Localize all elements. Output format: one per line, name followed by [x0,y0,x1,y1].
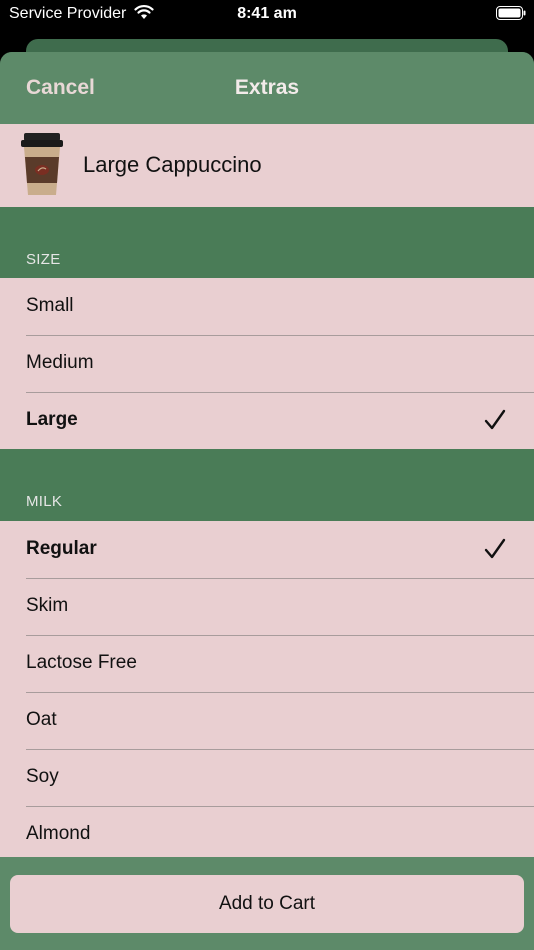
milk-option-oat[interactable]: Oat [0,692,534,749]
option-label: Small [26,295,74,316]
product-name: Large Cappuccino [83,152,262,177]
clock: 8:41 am [237,5,297,22]
option-label: Medium [26,352,94,373]
add-to-cart-button[interactable]: Add to Cart [10,875,524,933]
milk-option-regular[interactable]: Regular [0,521,534,578]
milk-section-header: MILK [26,493,63,510]
option-label: Almond [26,823,91,844]
option-label: Oat [26,709,57,730]
extras-sheet: Cancel Extras Large Cappuccino SIZE Smal… [0,52,534,950]
option-label: Skim [26,595,69,616]
milk-option-skim[interactable]: Skim [0,578,534,635]
milk-option-lactose-free[interactable]: Lactose Free [0,635,534,692]
checkmark-icon [484,409,506,430]
option-label: Regular [26,538,97,559]
product-row: Large Cappuccino [0,124,534,207]
bottom-bar: Add to Cart [0,857,534,950]
milk-option-almond[interactable]: Almond [0,806,534,863]
option-label: Lactose Free [26,652,137,673]
size-options-list: Small Medium Large [0,278,534,449]
size-option-small[interactable]: Small [0,278,534,335]
size-section-header: SIZE [26,251,61,268]
battery-icon [496,6,526,20]
option-label: Large [26,409,78,430]
option-label: Soy [26,766,59,787]
status-bar: Service Provider 8:41 am [0,0,534,30]
milk-option-soy[interactable]: Soy [0,749,534,806]
checkmark-icon [484,538,506,559]
coffee-cup-icon [21,133,63,195]
size-option-large[interactable]: Large [0,392,534,449]
milk-options-list: Regular Skim Lactose Free Oat Soy Almond [0,521,534,863]
page-title: Extras [234,76,300,99]
nav-bar: Cancel Extras [0,52,534,124]
size-option-medium[interactable]: Medium [0,335,534,392]
